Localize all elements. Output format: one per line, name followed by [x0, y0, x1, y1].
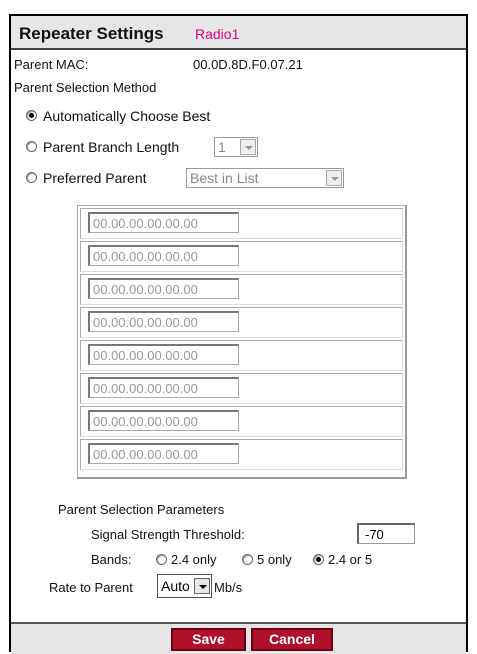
list-item: 00.00.00.00.00.00	[80, 307, 403, 338]
parent-mac-label: Parent MAC:	[14, 57, 89, 72]
page-title: Repeater Settings	[19, 24, 164, 43]
mac-input[interactable]: 00.00.00.00.00.00	[88, 443, 239, 464]
list-item: 00.00.00.00.00.00	[80, 274, 403, 305]
chevron-down-icon	[194, 578, 210, 594]
mac-input[interactable]: 00.00.00.00.00.00	[88, 311, 239, 332]
band-24-or-5-radio[interactable]	[313, 554, 324, 565]
parent-mac-value: 00.0D.8D.F0.07.21	[193, 57, 303, 72]
radio-subtitle: Radio1	[195, 26, 240, 42]
band-24-label: 2.4 only	[171, 552, 217, 567]
preferred-parent-value: Best in List	[190, 170, 259, 186]
mac-input[interactable]: 00.00.00.00.00.00	[88, 245, 239, 266]
mac-input[interactable]: 00.00.00.00.00.00	[88, 410, 239, 431]
mac-input[interactable]: 00.00.00.00.00.00	[88, 278, 239, 299]
list-item: 00.00.00.00.00.00	[80, 406, 403, 437]
list-item: 00.00.00.00.00.00	[80, 373, 403, 404]
rate-unit-label: Mb/s	[214, 580, 243, 595]
mac-input[interactable]: 00.00.00.00.00.00	[88, 212, 239, 233]
rate-select[interactable]: Auto	[157, 574, 212, 598]
chevron-down-icon	[326, 170, 342, 186]
rate-to-parent-label: Rate to Parent	[49, 580, 133, 595]
preferred-mac-list: 00.00.00.00.00.00 00.00.00.00.00.00 00.0…	[77, 205, 407, 479]
save-button[interactable]: Save	[171, 628, 246, 651]
preferred-parent-radio[interactable]	[26, 172, 37, 183]
list-item: 00.00.00.00.00.00	[80, 439, 403, 470]
band-24-radio[interactable]	[156, 554, 167, 565]
selection-method-heading: Parent Selection Method	[14, 80, 157, 95]
mac-input[interactable]: 00.00.00.00.00.00	[88, 344, 239, 365]
list-item: 00.00.00.00.00.00	[80, 340, 403, 371]
cancel-button[interactable]: Cancel	[251, 628, 333, 651]
repeater-settings-panel: Repeater Settings Radio1 Parent MAC: 00.…	[9, 14, 468, 654]
list-item: 00.00.00.00.00.00	[80, 208, 403, 239]
selection-params-heading: Parent Selection Parameters	[58, 502, 225, 517]
preferred-parent-label: Preferred Parent	[43, 170, 147, 186]
auto-best-radio[interactable]	[26, 110, 37, 121]
panel-header: Repeater Settings Radio1	[11, 16, 466, 50]
branch-length-radio[interactable]	[26, 141, 37, 152]
chevron-down-icon	[240, 139, 256, 155]
branch-length-value: 1	[218, 139, 226, 155]
bands-label: Bands:	[91, 552, 132, 567]
preferred-parent-select[interactable]: Best in List	[186, 168, 344, 188]
band-5-label: 5 only	[257, 552, 292, 567]
auto-best-label: Automatically Choose Best	[43, 108, 211, 124]
branch-length-select[interactable]: 1	[214, 137, 258, 157]
band-24-or-5-label: 2.4 or 5	[328, 552, 373, 567]
branch-length-label: Parent Branch Length	[43, 139, 180, 155]
band-5-radio[interactable]	[242, 554, 253, 565]
rate-value: Auto	[161, 578, 190, 594]
mac-input[interactable]: 00.00.00.00.00.00	[88, 377, 239, 398]
action-bar: Save Cancel	[11, 622, 466, 654]
signal-threshold-input[interactable]: -70	[357, 523, 415, 544]
list-item: 00.00.00.00.00.00	[80, 241, 403, 272]
signal-threshold-label: Signal Strength Threshold:	[91, 527, 245, 542]
